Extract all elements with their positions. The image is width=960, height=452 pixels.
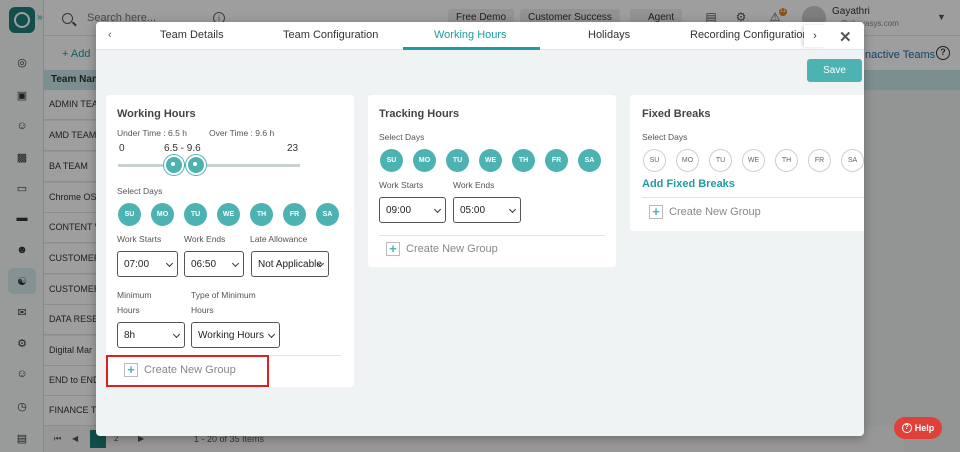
slider-min-handle[interactable]: [164, 155, 184, 175]
slider-min-label: 0: [119, 143, 125, 154]
day-fr-toggle[interactable]: FR: [545, 149, 568, 172]
save-button[interactable]: Save: [807, 59, 862, 82]
chevron-down-icon: [231, 259, 240, 268]
day-su-toggle[interactable]: SU: [643, 149, 666, 172]
close-icon[interactable]: ✕: [839, 28, 852, 46]
create-new-group-fixed[interactable]: + Create New Group: [649, 205, 761, 219]
fixed-breaks-title: Fixed Breaks: [642, 108, 711, 120]
day-th-toggle[interactable]: TH: [512, 149, 535, 172]
tracking-work-starts-value: 09:00: [386, 204, 412, 216]
work-ends-value: 06:50: [191, 258, 217, 270]
select-days-label: Select Days: [379, 132, 425, 142]
tracking-work-starts-select[interactable]: 09:00: [379, 197, 446, 223]
day-we-toggle[interactable]: WE: [217, 203, 240, 226]
day-tu-toggle[interactable]: TU: [184, 203, 207, 226]
type-min-hours-select[interactable]: Working Hours: [191, 322, 280, 348]
help-question-icon: ?: [901, 423, 912, 433]
work-ends-label: Work Ends: [453, 180, 495, 190]
working-hours-title: Working Hours: [117, 108, 196, 120]
tab-recording-configuration[interactable]: Recording Configuration: [690, 29, 809, 41]
work-ends-select[interactable]: 06:50: [184, 251, 244, 277]
work-starts-value: 07:00: [124, 258, 150, 270]
create-new-group-label: Create New Group: [406, 243, 498, 255]
day-tu-toggle[interactable]: TU: [709, 149, 732, 172]
divider: [642, 197, 864, 198]
help-label: Help: [914, 423, 935, 433]
day-th-toggle[interactable]: TH: [250, 203, 273, 226]
tab-holidays[interactable]: Holidays: [588, 29, 630, 41]
add-fixed-breaks-link[interactable]: Add Fixed Breaks: [642, 178, 735, 190]
over-time-label: Over Time : 9.6 h: [209, 128, 275, 138]
day-fr-toggle[interactable]: FR: [808, 149, 831, 172]
min-hours-select[interactable]: 8h: [117, 322, 185, 348]
create-new-group-label: Create New Group: [669, 206, 761, 218]
tracking-hours-title: Tracking Hours: [379, 108, 460, 120]
tab-team-details[interactable]: Team Details: [160, 29, 224, 41]
late-allowance-value: Not Applicable: [258, 258, 322, 270]
plus-icon: +: [386, 242, 400, 256]
work-starts-label: Work Starts: [117, 234, 162, 244]
highlight-box: [106, 355, 269, 387]
type-min-hours-label-2: Hours: [191, 305, 214, 315]
work-starts-select[interactable]: 07:00: [117, 251, 178, 277]
day-mo-toggle[interactable]: MO: [151, 203, 174, 226]
work-starts-label: Work Starts: [379, 180, 424, 190]
type-min-hours-label: Type of Minimum: [191, 290, 256, 300]
min-hours-label: Minimum: [117, 290, 152, 300]
active-tab-indicator: [403, 47, 540, 50]
tracking-work-ends-value: 05:00: [460, 204, 486, 216]
tab-working-hours[interactable]: Working Hours: [434, 29, 507, 41]
slider-range-label: 6.5 - 9.6: [164, 143, 201, 154]
day-we-toggle[interactable]: WE: [479, 149, 502, 172]
day-sa-toggle[interactable]: SA: [316, 203, 339, 226]
tab-bar: ‹ Team Details Team Configuration Workin…: [96, 22, 864, 50]
fixed-breaks-card: Fixed Breaks Select Days SU MO TU WE TH …: [630, 95, 864, 231]
help-button[interactable]: ? Help: [894, 417, 942, 439]
min-hours-value: 8h: [124, 329, 136, 341]
type-min-hours-value: Working Hours: [198, 329, 264, 341]
under-time-label: Under Time : 6.5 h: [117, 128, 187, 138]
day-tu-toggle[interactable]: TU: [446, 149, 469, 172]
day-th-toggle[interactable]: TH: [775, 149, 798, 172]
hours-slider-track[interactable]: [118, 164, 300, 167]
slider-max-label: 23: [287, 143, 299, 154]
chevron-down-icon: [267, 330, 276, 339]
create-new-group-tracking[interactable]: + Create New Group: [386, 242, 498, 256]
team-config-modal: ‹ Team Details Team Configuration Workin…: [96, 22, 864, 436]
day-we-toggle[interactable]: WE: [742, 149, 765, 172]
select-days-label: Select Days: [642, 132, 688, 142]
day-sa-toggle[interactable]: SA: [578, 149, 601, 172]
tab-next-icon[interactable]: ›: [804, 25, 826, 47]
late-allowance-label: Late Allowance: [250, 234, 308, 244]
tab-team-configuration[interactable]: Team Configuration: [283, 29, 378, 41]
day-sa-toggle[interactable]: SA: [841, 149, 864, 172]
day-mo-toggle[interactable]: MO: [413, 149, 436, 172]
day-su-toggle[interactable]: SU: [118, 203, 141, 226]
day-su-toggle[interactable]: SU: [380, 149, 403, 172]
plus-icon: +: [649, 205, 663, 219]
select-days-label: Select Days: [117, 186, 163, 196]
divider: [379, 235, 605, 236]
day-mo-toggle[interactable]: MO: [676, 149, 699, 172]
tracking-hours-card: Tracking Hours Select Days SU MO TU WE T…: [368, 95, 616, 267]
min-hours-label-2: Hours: [117, 305, 140, 315]
chevron-down-icon: [508, 205, 517, 214]
day-fr-toggle[interactable]: FR: [283, 203, 306, 226]
chevron-down-icon: [172, 330, 181, 339]
slider-max-handle[interactable]: [186, 155, 206, 175]
chevron-down-icon: [433, 205, 442, 214]
chevron-down-icon: [165, 259, 174, 268]
tab-prev-icon[interactable]: ‹: [108, 29, 112, 41]
work-ends-label: Work Ends: [184, 234, 226, 244]
tracking-work-ends-select[interactable]: 05:00: [453, 197, 521, 223]
late-allowance-select[interactable]: Not Applicable: [251, 251, 329, 277]
